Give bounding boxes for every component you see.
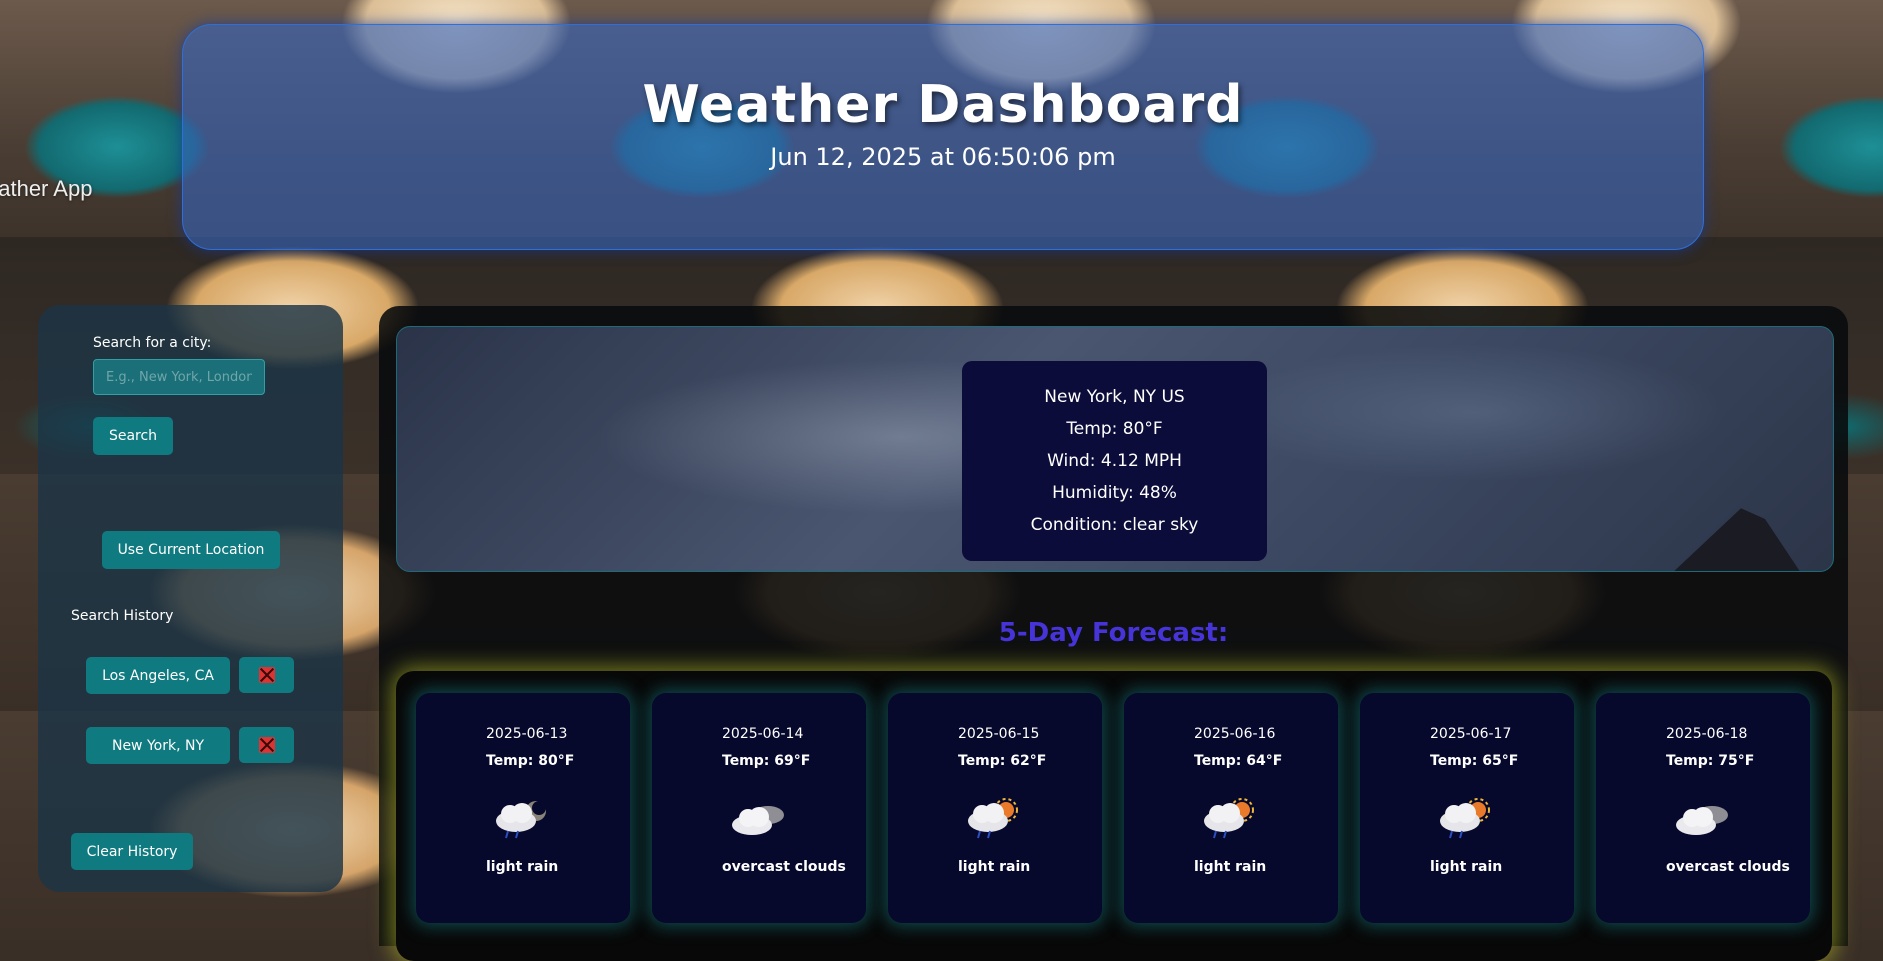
delete-history-button[interactable] bbox=[239, 657, 294, 693]
forecast-card: 2025-06-14 Temp: 69°F overcast clouds bbox=[652, 693, 866, 923]
search-input[interactable] bbox=[93, 359, 265, 395]
search-label: Search for a city: bbox=[93, 335, 212, 351]
forecast-temp: Temp: 62°F bbox=[958, 753, 1047, 769]
forecast-date: 2025-06-14 bbox=[722, 726, 804, 742]
current-wind: Wind: 4.12 MPH bbox=[1047, 451, 1182, 471]
forecast-card: 2025-06-13 Temp: 80°F light rain bbox=[416, 693, 630, 923]
current-weather-section: New York, NY US Temp: 80°F Wind: 4.12 MP… bbox=[396, 326, 1834, 572]
current-condition: Condition: clear sky bbox=[1030, 515, 1199, 535]
forecast-temp: Temp: 69°F bbox=[722, 753, 811, 769]
page-header: Weather Dashboard Jun 12, 2025 at 06:50:… bbox=[182, 24, 1704, 250]
clear-history-button[interactable]: Clear History bbox=[71, 833, 193, 870]
close-icon bbox=[258, 737, 275, 753]
search-button[interactable]: Search bbox=[93, 417, 173, 455]
delete-history-button[interactable] bbox=[239, 727, 294, 763]
forecast-temp: Temp: 64°F bbox=[1194, 753, 1283, 769]
search-history-title: Search History bbox=[71, 608, 174, 624]
rain-sun-icon bbox=[1440, 798, 1490, 839]
overcast-clouds-icon bbox=[1676, 806, 1728, 835]
forecast-card: 2025-06-15 Temp: 62°F light rain bbox=[888, 693, 1102, 923]
background-app-label: eather App bbox=[0, 176, 93, 201]
forecast-temp: Temp: 65°F bbox=[1430, 753, 1519, 769]
forecast-date: 2025-06-13 bbox=[486, 726, 568, 742]
page-title: Weather Dashboard bbox=[642, 75, 1244, 135]
current-humidity: Humidity: 48% bbox=[1052, 483, 1177, 503]
use-current-location-button[interactable]: Use Current Location bbox=[102, 531, 280, 569]
rain-sun-icon bbox=[968, 798, 1018, 839]
forecast-condition: light rain bbox=[486, 859, 559, 875]
history-item-new-york[interactable]: New York, NY bbox=[86, 727, 230, 764]
current-temp: Temp: 80°F bbox=[1066, 419, 1163, 439]
forecast-container: 2025-06-13 Temp: 80°F light rain 2025-06… bbox=[396, 671, 1832, 961]
forecast-temp: Temp: 75°F bbox=[1666, 753, 1755, 769]
history-item-los-angeles[interactable]: Los Angeles, CA bbox=[86, 657, 230, 694]
main-panel: New York, NY US Temp: 80°F Wind: 4.12 MP… bbox=[379, 306, 1848, 961]
forecast-date: 2025-06-17 bbox=[1430, 726, 1512, 742]
rain-night-icon bbox=[496, 801, 546, 839]
mountain-silhouette bbox=[1653, 508, 1813, 571]
forecast-card: 2025-06-18 Temp: 75°F overcast clouds bbox=[1596, 693, 1810, 923]
forecast-date: 2025-06-15 bbox=[958, 726, 1040, 742]
forecast-condition: light rain bbox=[958, 859, 1031, 875]
forecast-title: 5-Day Forecast: bbox=[998, 618, 1229, 648]
forecast-condition: overcast clouds bbox=[722, 859, 846, 875]
forecast-date: 2025-06-16 bbox=[1194, 726, 1276, 742]
forecast-date: 2025-06-18 bbox=[1666, 726, 1748, 742]
overcast-clouds-icon bbox=[732, 806, 784, 835]
current-weather-card: New York, NY US Temp: 80°F Wind: 4.12 MP… bbox=[962, 361, 1267, 561]
current-city: New York, NY US bbox=[1044, 387, 1185, 407]
close-icon bbox=[258, 667, 275, 683]
forecast-temp: Temp: 80°F bbox=[486, 753, 575, 769]
forecast-card: 2025-06-17 Temp: 65°F light rain bbox=[1360, 693, 1574, 923]
forecast-condition: light rain bbox=[1430, 859, 1503, 875]
current-datetime: Jun 12, 2025 at 06:50:06 pm bbox=[770, 143, 1116, 171]
forecast-card: 2025-06-16 Temp: 64°F light rain bbox=[1124, 693, 1338, 923]
forecast-condition: overcast clouds bbox=[1666, 859, 1790, 875]
forecast-condition: light rain bbox=[1194, 859, 1267, 875]
sidebar: Search for a city: Search Use Current Lo… bbox=[38, 305, 343, 892]
rain-sun-icon bbox=[1204, 798, 1254, 839]
